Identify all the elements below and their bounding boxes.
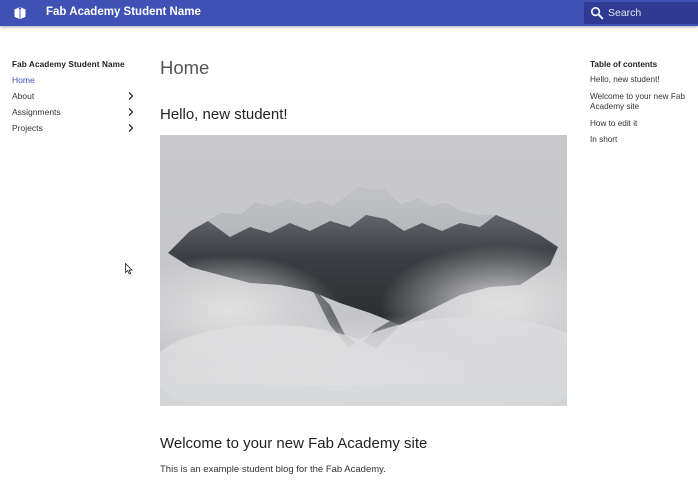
toc-title: Table of contents [590,60,658,69]
nav-item-projects[interactable]: Projects [12,123,137,139]
page-title: Home [160,57,210,78]
top-app-bar: Fab Academy Student Name [0,0,698,26]
search-icon [590,6,604,20]
primary-navigation: Fab Academy Student Name Home About Assi… [12,60,137,139]
nav-title: Fab Academy Student Name [12,60,125,69]
toc-item-hello[interactable]: Hello, new student! [590,75,695,86]
toc-item-how-to-edit[interactable]: How to edit it [590,119,695,130]
search-box[interactable] [584,2,698,24]
nav-item-label: About [12,91,35,101]
search-input[interactable] [608,5,694,21]
nav-item-assignments[interactable]: Assignments [12,107,137,123]
nav-item-home[interactable]: Home [12,75,137,91]
chevron-right-icon[interactable] [127,107,135,117]
section-heading-hello: Hello, new student! [160,106,288,123]
intro-paragraph: This is an example student blog for the … [160,464,386,475]
section-heading-welcome: Welcome to your new Fab Academy site [160,435,428,452]
hero-image [160,135,567,406]
nav-item-about[interactable]: About [12,91,137,107]
chevron-right-icon[interactable] [127,91,135,101]
table-of-contents: Table of contents Hello, new student! We… [590,60,695,152]
mouse-pointer-icon [125,263,133,275]
book-icon[interactable] [13,6,27,20]
toc-item-in-short[interactable]: In short [590,135,695,146]
nav-item-label: Projects [12,123,43,133]
site-title[interactable]: Fab Academy Student Name [46,6,201,18]
nav-item-label: Assignments [12,107,61,117]
toc-item-welcome[interactable]: Welcome to your new Fab Academy site [590,92,695,113]
nav-item-label: Home [12,75,35,85]
main-content: Home Hello, new student! Welcome to your… [160,57,567,475]
chevron-right-icon[interactable] [127,123,135,133]
